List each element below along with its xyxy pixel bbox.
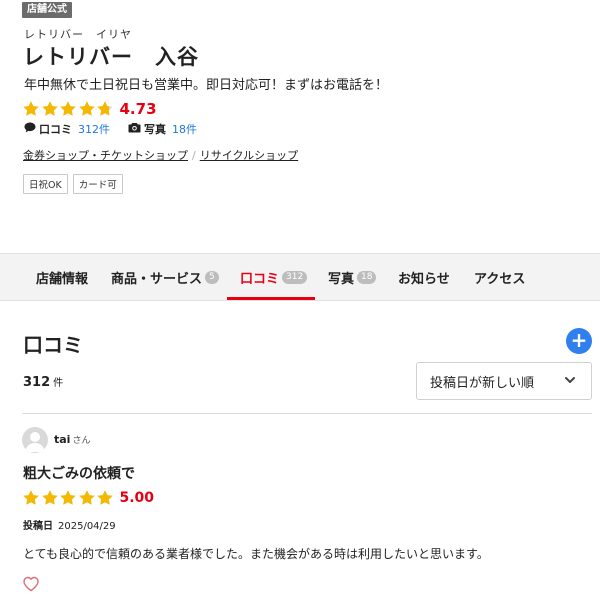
category-separator: / xyxy=(192,148,196,162)
reviews-total-unit: 件 xyxy=(53,378,64,389)
store-categories: 金券ショップ・チケットショップ / リサイクルショップ xyxy=(23,147,298,163)
section-divider xyxy=(22,413,592,414)
heart-outline-icon[interactable] xyxy=(22,575,40,593)
tab-access[interactable]: アクセス xyxy=(474,254,525,300)
user-avatar-icon xyxy=(22,427,48,453)
star-icon xyxy=(22,100,40,118)
review-rating-stars xyxy=(22,489,115,507)
reviews-count: 312件 xyxy=(78,123,110,136)
add-review-button[interactable]: + xyxy=(566,328,592,354)
tab-reviews[interactable]: 口コミ 312 xyxy=(240,254,308,300)
posted-date-label: 投稿日 xyxy=(23,521,53,532)
camera-icon xyxy=(128,122,141,136)
store-tab-bar: 店舗情報 商品・サービス 5 口コミ 312 写真 18 お知らせ アクセス xyxy=(0,253,600,301)
review-rating: 5.00 xyxy=(22,489,154,507)
photos-count: 18件 xyxy=(172,123,197,136)
chevron-down-icon xyxy=(565,377,575,383)
sort-order-select[interactable]: 投稿日が新しい順 xyxy=(416,362,592,400)
tab-store-info[interactable]: 店舗情報 xyxy=(36,254,88,300)
store-rating: 4.73 xyxy=(22,99,157,119)
plus-icon: + xyxy=(570,328,588,352)
reviewer-username: tai xyxy=(54,433,71,446)
category-link-ticket-shop[interactable]: 金券ショップ・チケットショップ xyxy=(23,147,188,163)
reviewer-honorific: さん xyxy=(72,436,91,446)
reviews-count-link[interactable]: 口コミ 312件 xyxy=(24,121,110,137)
tab-news[interactable]: お知らせ xyxy=(398,254,450,300)
star-icon xyxy=(22,489,40,507)
tab-label: 写真 xyxy=(328,271,355,287)
review-title: 粗大ごみの依頼で xyxy=(23,466,135,482)
tag-holidays-ok: 日祝OK xyxy=(23,174,68,194)
star-icon xyxy=(96,100,114,118)
star-icon xyxy=(96,489,114,507)
tab-count-badge: 18 xyxy=(357,270,377,284)
star-icon xyxy=(59,100,77,118)
star-icon xyxy=(41,489,59,507)
store-catchphrase: 年中無休で土日祝日も営業中。即日対応可！まずはお電話を！ xyxy=(24,78,389,93)
reviews-total: 312 件 xyxy=(23,374,63,390)
reviews-total-number: 312 xyxy=(23,375,51,390)
tab-label: お知らせ xyxy=(398,271,450,287)
posted-date-value: 2025/04/29 xyxy=(58,521,116,532)
reviewer-name: tai さん xyxy=(54,433,90,446)
tab-photos[interactable]: 写真 18 xyxy=(328,254,377,300)
store-name-reading: レトリバー イリヤ xyxy=(24,28,132,41)
tab-count-badge: 5 xyxy=(205,270,219,284)
reviews-section-title: 口コミ xyxy=(23,333,83,357)
category-link-recycle-shop[interactable]: リサイクルショップ xyxy=(200,147,298,163)
store-name: レトリバー 入谷 xyxy=(23,45,199,69)
review-body: とても良心的で信頼のある業者様でした。また機会がある時は利用したいと思います。 xyxy=(23,547,489,561)
active-tab-indicator xyxy=(227,297,315,300)
tab-products-services[interactable]: 商品・サービス 5 xyxy=(111,254,219,300)
sort-order-value: 投稿日が新しい順 xyxy=(430,375,535,391)
star-icon xyxy=(78,100,96,118)
tab-label: 商品・サービス xyxy=(111,271,203,287)
tab-label: 口コミ xyxy=(240,271,280,287)
star-icon xyxy=(41,100,59,118)
review-rating-value: 5.00 xyxy=(119,490,155,506)
chat-bubble-icon xyxy=(24,122,36,136)
official-store-badge: 店舗公式 xyxy=(22,2,72,18)
tag-card-accepted: カード可 xyxy=(72,174,123,194)
photos-label: 写真 xyxy=(144,123,166,136)
review-posted-date: 投稿日 2025/04/29 xyxy=(23,517,116,532)
photos-count-link[interactable]: 写真 18件 xyxy=(128,121,197,137)
store-counts: 口コミ 312件 写真 18件 xyxy=(24,121,215,137)
store-rating-stars xyxy=(22,100,115,118)
tab-label: アクセス xyxy=(474,271,526,287)
reviews-label: 口コミ xyxy=(39,123,72,136)
star-icon xyxy=(78,489,96,507)
tab-label: 店舗情報 xyxy=(36,271,89,287)
star-icon xyxy=(59,489,77,507)
tab-count-badge: 312 xyxy=(282,270,308,284)
store-tags: 日祝OK カード可 xyxy=(23,174,128,194)
store-rating-value: 4.73 xyxy=(119,100,157,118)
